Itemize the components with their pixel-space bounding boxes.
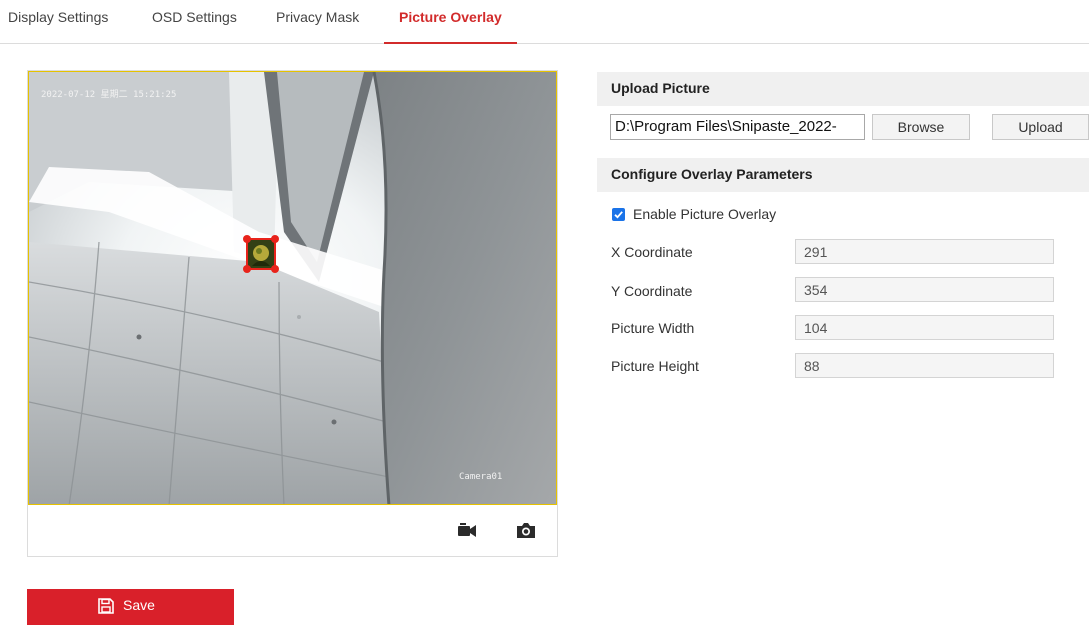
x-coordinate-input[interactable]: 291 [795,239,1054,264]
enable-overlay-label: Enable Picture Overlay [633,206,777,222]
save-label: Save [123,597,155,613]
save-button[interactable]: Save [27,589,234,625]
checkmark-icon [614,211,623,219]
picture-width-input[interactable]: 104 [795,315,1054,340]
picture-width-label: Picture Width [611,320,695,336]
tab-picture-overlay[interactable]: Picture Overlay [384,9,517,44]
floppy-disk-icon [98,598,114,614]
live-preview-panel: 2022-07-12 星期二 15:21:25 Camera01 [27,70,558,557]
browse-button[interactable]: Browse [872,114,970,140]
osd-timestamp: 2022-07-12 星期二 15:21:25 [41,90,177,100]
tab-display-settings[interactable]: Display Settings [8,9,108,44]
enable-overlay-checkbox[interactable] [612,208,625,221]
resize-handle-top-left[interactable] [243,235,251,243]
picture-height-label: Picture Height [611,358,699,374]
tab-osd-settings[interactable]: OSD Settings [152,9,237,44]
y-coordinate-label: Y Coordinate [611,283,693,299]
record-icon[interactable] [456,519,478,541]
resize-handle-top-right[interactable] [271,235,279,243]
overlay-image-thumbnail [248,240,274,268]
tab-privacy-mask[interactable]: Privacy Mask [276,9,359,44]
upload-button[interactable]: Upload [992,114,1089,140]
snapshot-icon[interactable] [515,519,537,541]
overlay-parameters-header: Configure Overlay Parameters [597,158,1089,192]
resize-handle-bottom-right[interactable] [271,265,279,273]
upload-picture-header: Upload Picture [597,72,1089,106]
settings-tab-bar: Display Settings OSD Settings Privacy Ma… [0,0,1089,44]
preview-toolbar [28,505,557,556]
x-coordinate-label: X Coordinate [611,244,693,260]
file-path-field[interactable]: D:\Program Files\Snipaste_2022- [610,114,865,140]
picture-height-input[interactable]: 88 [795,353,1054,378]
resize-handle-bottom-left[interactable] [243,265,251,273]
overlay-picture-box[interactable] [243,235,279,273]
osd-camera-name: Camera01 [459,472,503,482]
video-preview[interactable]: 2022-07-12 星期二 15:21:25 Camera01 [28,71,557,505]
y-coordinate-input[interactable]: 354 [795,277,1054,302]
camera-scene [29,72,556,504]
